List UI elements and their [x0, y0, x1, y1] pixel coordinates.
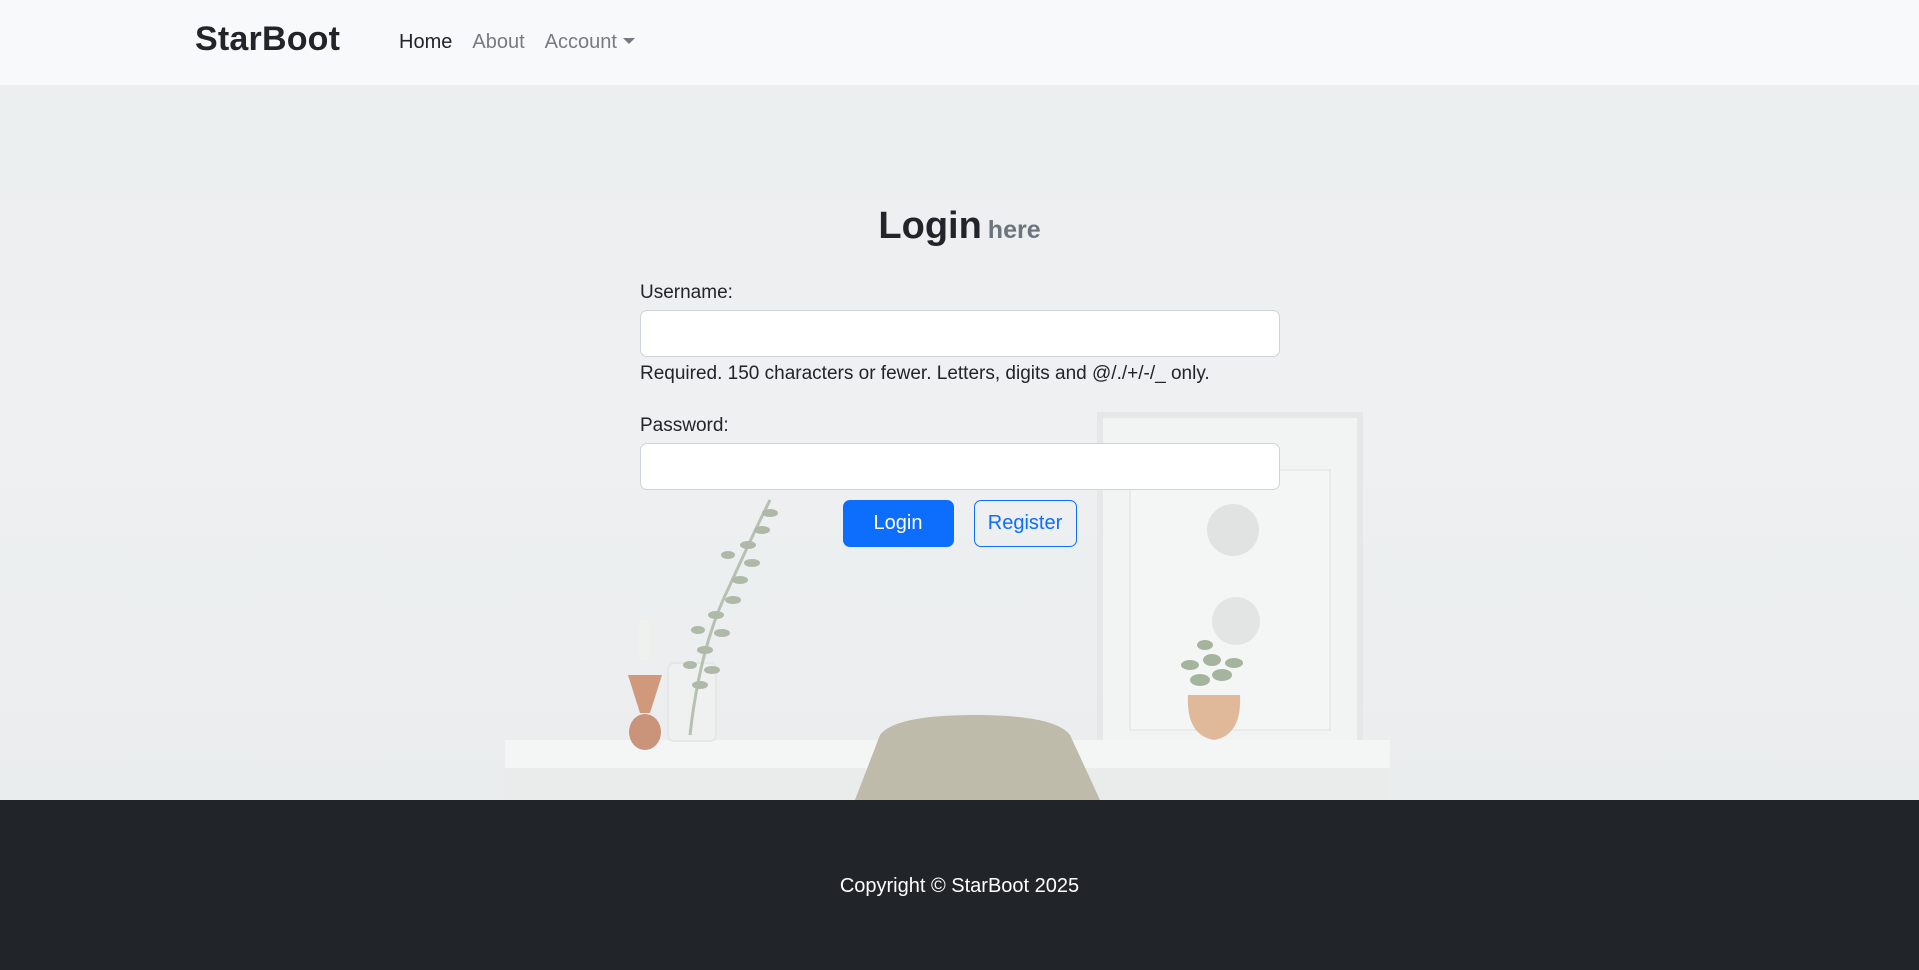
nav-links: Home About Account — [399, 31, 635, 54]
login-button[interactable]: Login — [842, 500, 954, 547]
username-help-text: Required. 150 characters or fewer. Lette… — [640, 363, 1210, 384]
nav-about[interactable]: About — [472, 31, 524, 54]
nav-account-dropdown[interactable]: Account — [545, 31, 635, 54]
password-input[interactable] — [640, 443, 1280, 490]
brand-logo[interactable]: StarBoot — [195, 20, 340, 59]
nav-account-label: Account — [544, 31, 617, 53]
password-label: Password: — [640, 415, 729, 436]
caret-down-icon — [622, 38, 635, 44]
nav-home[interactable]: Home — [399, 31, 452, 54]
form-actions: Login Register — [0, 500, 1919, 547]
navbar: StarBoot Home About Account — [0, 0, 1919, 85]
username-label: Username: — [640, 282, 733, 303]
footer: Copyright © StarBoot 2025 — [0, 800, 1919, 970]
login-form: Username: Required. 150 characters or fe… — [640, 282, 1280, 490]
register-button[interactable]: Register — [973, 500, 1077, 547]
hero-section: Login here Username: Required. 150 charac… — [0, 85, 1919, 800]
copyright-text: Copyright © StarBoot 2025 — [839, 875, 1080, 897]
login-title: Login — [878, 205, 982, 247]
login-subtitle: here — [987, 216, 1041, 244]
login-heading: Login here — [0, 205, 1919, 248]
username-input[interactable] — [640, 310, 1280, 357]
